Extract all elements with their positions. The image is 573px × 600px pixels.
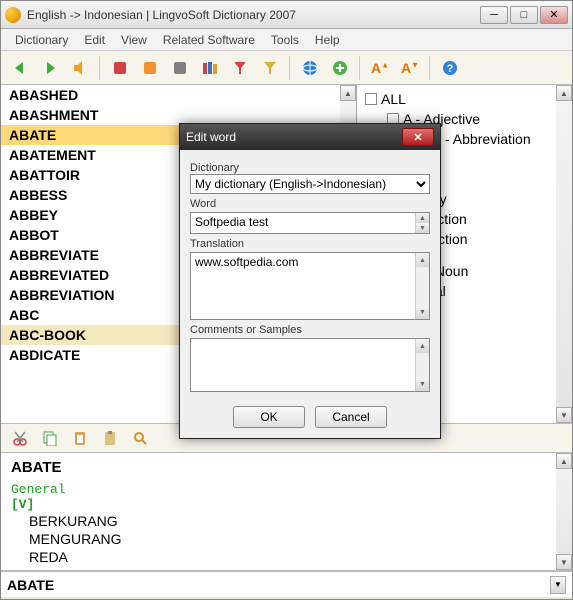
word-label: Word: [190, 198, 430, 210]
menu-related-software[interactable]: Related Software: [155, 31, 263, 49]
lookup-bar: ▼: [1, 571, 572, 597]
search-icon[interactable]: [127, 425, 153, 451]
scroll-up-icon[interactable]: ▲: [340, 85, 356, 101]
translation-item: REDA: [11, 548, 562, 566]
scroll-up-icon[interactable]: ▲: [556, 85, 572, 101]
menu-edit[interactable]: Edit: [76, 31, 113, 49]
dialog-title: Edit word: [186, 130, 402, 144]
cut-icon[interactable]: [7, 425, 33, 451]
scroll-down-icon[interactable]: ▼: [415, 377, 429, 391]
toolbar-separator: [429, 56, 431, 80]
menu-help[interactable]: Help: [307, 31, 348, 49]
toolbar-separator: [359, 56, 361, 80]
books-icon[interactable]: [197, 55, 223, 81]
dictionary-label: Dictionary: [190, 162, 430, 174]
globe-icon[interactable]: [297, 55, 323, 81]
paste-icon[interactable]: [67, 425, 93, 451]
pos-scrollbar[interactable]: ▲ ▼: [556, 85, 572, 423]
main-window: English -> Indonesian | LingvoSoft Dicti…: [0, 0, 573, 600]
word-input[interactable]: Softpedia test ▲▼: [190, 212, 430, 234]
translation-value: www.softpedia.com: [195, 255, 298, 269]
minimize-button[interactable]: ─: [480, 6, 508, 24]
help-icon[interactable]: ?: [437, 55, 463, 81]
comments-input[interactable]: ▲▼: [190, 338, 430, 392]
filter-icon[interactable]: [227, 55, 253, 81]
svg-text:?: ?: [447, 63, 454, 75]
word-list-item[interactable]: ABASHED: [1, 85, 356, 105]
main-toolbar: A▲ A▼ ?: [1, 51, 572, 85]
toolbar-separator: [289, 56, 291, 80]
translation-label: Translation: [190, 238, 430, 250]
scroll-track[interactable]: [556, 469, 572, 554]
menu-dictionary[interactable]: Dictionary: [7, 31, 76, 49]
font-down-icon[interactable]: A▼: [397, 55, 423, 81]
speak-icon[interactable]: [67, 55, 93, 81]
translation-pane: ABATE General [V] BERKURANGMENGURANGREDA…: [1, 453, 572, 571]
tree-label: ALL: [381, 89, 406, 109]
back-nav-icon[interactable]: [7, 55, 33, 81]
translation-item: MENGURANG: [11, 530, 562, 548]
scroll-down-icon[interactable]: ▼: [415, 305, 429, 319]
scroll-track[interactable]: [556, 101, 572, 407]
translation-item: BERKURANG: [11, 512, 562, 530]
book-orange-icon[interactable]: [137, 55, 163, 81]
pos-label: [V]: [11, 497, 562, 512]
book-red-icon[interactable]: [107, 55, 133, 81]
clipboard-icon[interactable]: [97, 425, 123, 451]
translation-input[interactable]: www.softpedia.com ▲ ▼: [190, 252, 430, 320]
category-label: General: [11, 482, 562, 497]
scroll-up-icon[interactable]: ▲: [415, 213, 429, 223]
checkbox-icon[interactable]: [365, 93, 377, 105]
titlebar: English -> Indonesian | LingvoSoft Dicti…: [1, 1, 572, 29]
edit-word-dialog: Edit word ✕ Dictionary My dictionary (En…: [179, 123, 441, 439]
app-icon: [5, 7, 21, 23]
scroll-down-icon[interactable]: ▼: [556, 407, 572, 423]
menu-tools[interactable]: Tools: [263, 31, 307, 49]
dialog-titlebar[interactable]: Edit word ✕: [180, 124, 440, 150]
add-icon[interactable]: [327, 55, 353, 81]
dictionary-select[interactable]: My dictionary (English->Indonesian): [190, 174, 430, 194]
toolbar-separator: [99, 56, 101, 80]
ok-button[interactable]: OK: [233, 406, 305, 428]
filter-funnel-icon[interactable]: [257, 55, 283, 81]
menubar: Dictionary Edit View Related Software To…: [1, 29, 572, 51]
dialog-body: Dictionary My dictionary (English->Indon…: [180, 150, 440, 438]
comments-label: Comments or Samples: [190, 324, 430, 336]
word-value: Softpedia test: [195, 215, 268, 229]
font-up-icon[interactable]: A▲: [367, 55, 393, 81]
dialog-close-button[interactable]: ✕: [402, 128, 434, 146]
copy-icon[interactable]: [37, 425, 63, 451]
book-gray-icon[interactable]: [167, 55, 193, 81]
scroll-down-icon[interactable]: ▼: [415, 223, 429, 233]
lookup-input[interactable]: [7, 577, 550, 593]
cancel-button[interactable]: Cancel: [315, 406, 387, 428]
word-list-item[interactable]: ABASHMENT: [1, 105, 356, 125]
tree-node-all[interactable]: ALL: [365, 89, 564, 109]
headword: ABATE: [11, 459, 562, 476]
dropdown-icon[interactable]: ▼: [550, 576, 566, 594]
scroll-up-icon[interactable]: ▲: [415, 339, 429, 353]
close-button[interactable]: ✕: [540, 6, 568, 24]
scroll-up-icon[interactable]: ▲: [556, 453, 572, 469]
menu-view[interactable]: View: [113, 31, 155, 49]
window-title: English -> Indonesian | LingvoSoft Dicti…: [27, 8, 478, 22]
scroll-up-icon[interactable]: ▲: [415, 253, 429, 267]
detail-scrollbar[interactable]: ▲ ▼: [556, 453, 572, 570]
scroll-down-icon[interactable]: ▼: [556, 554, 572, 570]
translation-item: MEREDA: [11, 566, 562, 571]
maximize-button[interactable]: □: [510, 6, 538, 24]
forward-nav-icon[interactable]: [37, 55, 63, 81]
